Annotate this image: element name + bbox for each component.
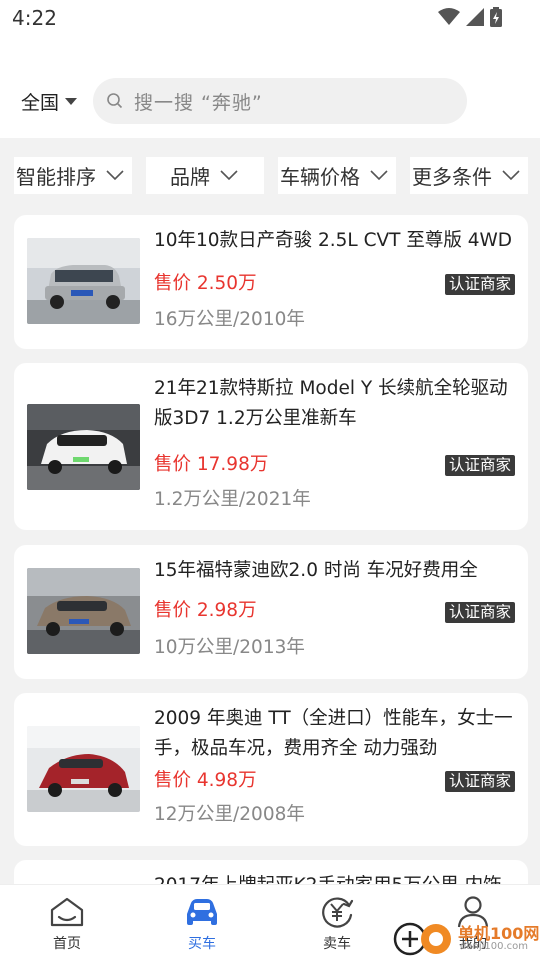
listing-price: 售价 2.50万 bbox=[154, 273, 257, 294]
listing-price: 售价 4.98万 bbox=[154, 770, 257, 791]
listing-meta: 12万公里/2008年 bbox=[154, 804, 305, 825]
certified-badge: 认证商家 bbox=[444, 771, 515, 792]
listing-card[interactable]: 2009 年奥迪 TT（全进口）性能车，女士一手，极品车况，费用齐全 动力强劲 … bbox=[14, 693, 528, 846]
tab-home[interactable]: 首页 bbox=[12, 885, 122, 960]
listing-title: 21年21款特斯拉 Model Y 长续航全轮驱动版3D7 1.2万公里准新车 bbox=[154, 378, 508, 429]
watermark-logo-icon bbox=[393, 922, 451, 956]
search-header: 全国 搜一搜 “奔驰” bbox=[0, 36, 540, 138]
tab-sell-car[interactable]: 卖车 bbox=[282, 885, 392, 960]
listing-meta: 16万公里/2010年 bbox=[154, 309, 305, 330]
watermark-sub: danji100.com bbox=[460, 941, 528, 952]
tab-label: 卖车 bbox=[323, 936, 351, 952]
car-photo bbox=[27, 238, 140, 324]
listing-meta: 10万公里/2013年 bbox=[154, 637, 305, 658]
car-photo bbox=[27, 404, 140, 490]
filter-label: 车辆价格 bbox=[280, 165, 360, 189]
home-icon bbox=[50, 897, 84, 927]
filter-label: 智能排序 bbox=[16, 165, 96, 189]
region-selector[interactable]: 全国 bbox=[21, 88, 78, 115]
certified-badge: 认证商家 bbox=[444, 274, 515, 295]
car-photo bbox=[27, 726, 140, 812]
listing-meta: 1.2万公里/2021年 bbox=[154, 489, 311, 510]
region-label: 全国 bbox=[21, 92, 60, 114]
listing-title: 2009 年奥迪 TT（全进口）性能车，女士一手，极品车况，费用齐全 动力强劲 bbox=[154, 708, 513, 759]
listing-price: 售价 2.98万 bbox=[154, 600, 257, 621]
search-input[interactable]: 搜一搜 “奔驰” bbox=[93, 78, 467, 124]
filter-label: 更多条件 bbox=[412, 165, 492, 189]
car-photo bbox=[27, 568, 140, 654]
listing-title: 10年10款日产奇骏 2.5L CVT 至尊版 4WD bbox=[154, 230, 513, 251]
certified-badge: 认证商家 bbox=[444, 602, 515, 623]
chevron-down-icon bbox=[220, 170, 238, 181]
wifi-icon bbox=[438, 8, 460, 25]
listing-card[interactable]: 10年10款日产奇骏 2.5L CVT 至尊版 4WD 售价 2.50万 认证商… bbox=[14, 215, 528, 349]
filter-brand[interactable]: 品牌 bbox=[146, 157, 264, 194]
filter-sort[interactable]: 智能排序 bbox=[14, 157, 132, 194]
caret-down-icon bbox=[65, 98, 78, 105]
tab-label: 首页 bbox=[53, 936, 81, 952]
tab-buy-car[interactable]: 买车 bbox=[147, 885, 257, 960]
listing-title: 15年福特蒙迪欧2.0 时尚 车况好费用全 bbox=[154, 560, 478, 581]
status-time: 4:22 bbox=[12, 6, 57, 30]
status-icons bbox=[438, 7, 502, 27]
watermark: 单机100网 danji100.com bbox=[392, 916, 540, 960]
search-icon bbox=[107, 93, 123, 109]
listing-card[interactable]: 21年21款特斯拉 Model Y 长续航全轮驱动版3D7 1.2万公里准新车 … bbox=[14, 363, 528, 530]
chevron-down-icon bbox=[502, 170, 520, 181]
yuan-icon bbox=[322, 897, 354, 928]
listing-price: 售价 17.98万 bbox=[154, 454, 269, 475]
filter-price[interactable]: 车辆价格 bbox=[278, 157, 396, 194]
chevron-down-icon bbox=[370, 170, 388, 181]
battery-icon bbox=[490, 7, 502, 27]
tab-label: 买车 bbox=[188, 936, 216, 952]
car-icon bbox=[187, 899, 217, 925]
listing-card[interactable]: 15年福特蒙迪欧2.0 时尚 车况好费用全 售价 2.98万 认证商家 10万公… bbox=[14, 545, 528, 679]
filter-label: 品牌 bbox=[170, 165, 210, 189]
search-placeholder: 搜一搜 “奔驰” bbox=[134, 92, 263, 114]
chevron-down-icon bbox=[106, 170, 124, 181]
status-bar: 4:22 bbox=[0, 0, 540, 36]
filter-more[interactable]: 更多条件 bbox=[410, 157, 528, 194]
filter-bar: 智能排序 品牌 车辆价格 更多条件 bbox=[0, 138, 540, 212]
certified-badge: 认证商家 bbox=[444, 455, 515, 476]
signal-icon bbox=[466, 8, 484, 26]
